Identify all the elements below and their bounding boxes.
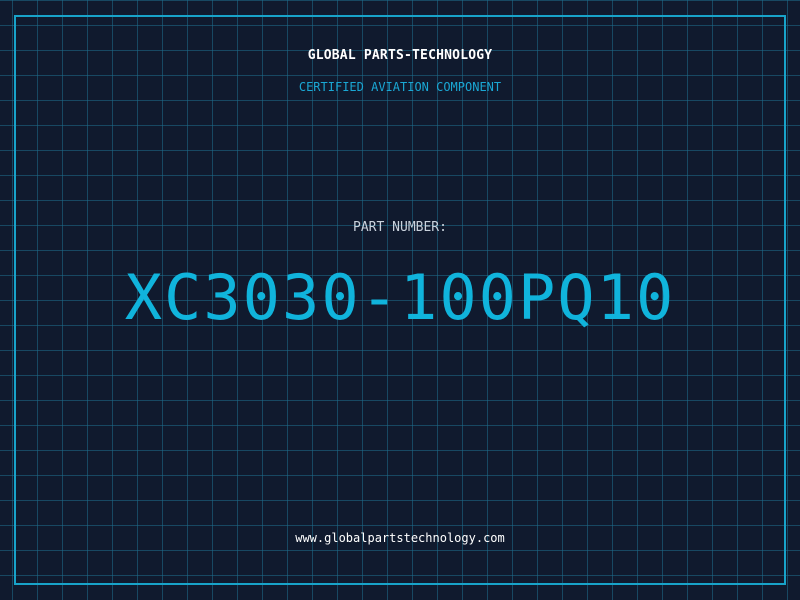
certification-subtitle: CERTIFIED AVIATION COMPONENT: [298, 80, 502, 94]
label-card: GLOBAL PARTS-TECHNOLOGY CERTIFIED AVIATI…: [0, 0, 800, 600]
company-title: GLOBAL PARTS-TECHNOLOGY: [307, 48, 493, 63]
part-number-value: XC3030-100PQ10: [124, 261, 676, 334]
part-number-label: PART NUMBER:: [353, 220, 447, 235]
website-url: www.globalpartstechnology.com: [295, 531, 505, 545]
